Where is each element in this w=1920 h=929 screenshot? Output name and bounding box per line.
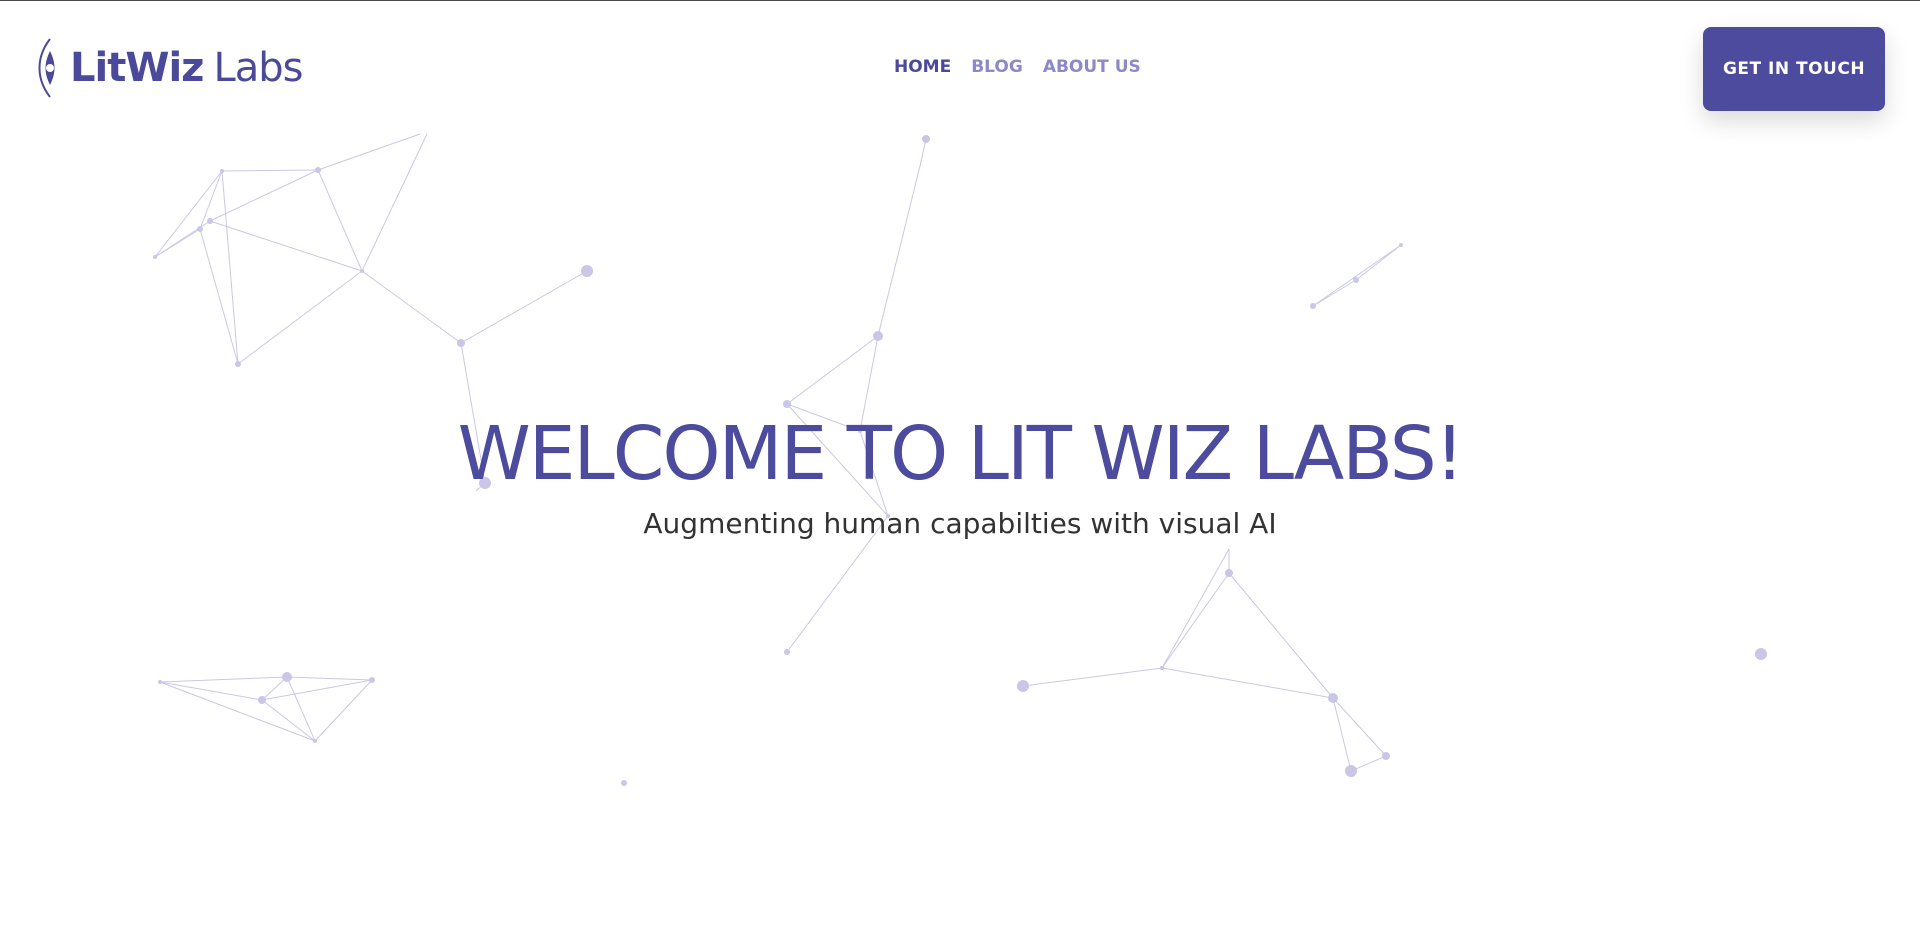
nav-item-blog[interactable]: BLOG (971, 57, 1023, 77)
brand-logo[interactable]: LitWiz Labs (34, 37, 303, 99)
hero-section: WELCOME TO LIT WIZ LABS! Augmenting huma… (0, 411, 1920, 540)
site-header: LitWiz Labs HOME BLOG ABOUT US GET IN TOU… (0, 1, 1920, 121)
hero-subtitle: Augmenting human capabilties with visual… (643, 507, 1277, 540)
nav-item-home[interactable]: HOME (894, 57, 951, 77)
nav-item-about-us[interactable]: ABOUT US (1043, 57, 1141, 77)
hero-title: WELCOME TO LIT WIZ LABS! (457, 411, 1465, 497)
logo-eye-icon (38, 38, 55, 98)
brand-name: LitWiz Labs (70, 45, 303, 91)
get-in-touch-button[interactable]: GET IN TOUCH (1703, 27, 1885, 111)
brand-name-strong: LitWiz (70, 45, 204, 91)
brand-name-light: Labs (213, 45, 303, 91)
main-nav: HOME BLOG ABOUT US (894, 57, 1141, 77)
page: LitWiz Labs HOME BLOG ABOUT US GET IN TOU… (0, 0, 1920, 929)
